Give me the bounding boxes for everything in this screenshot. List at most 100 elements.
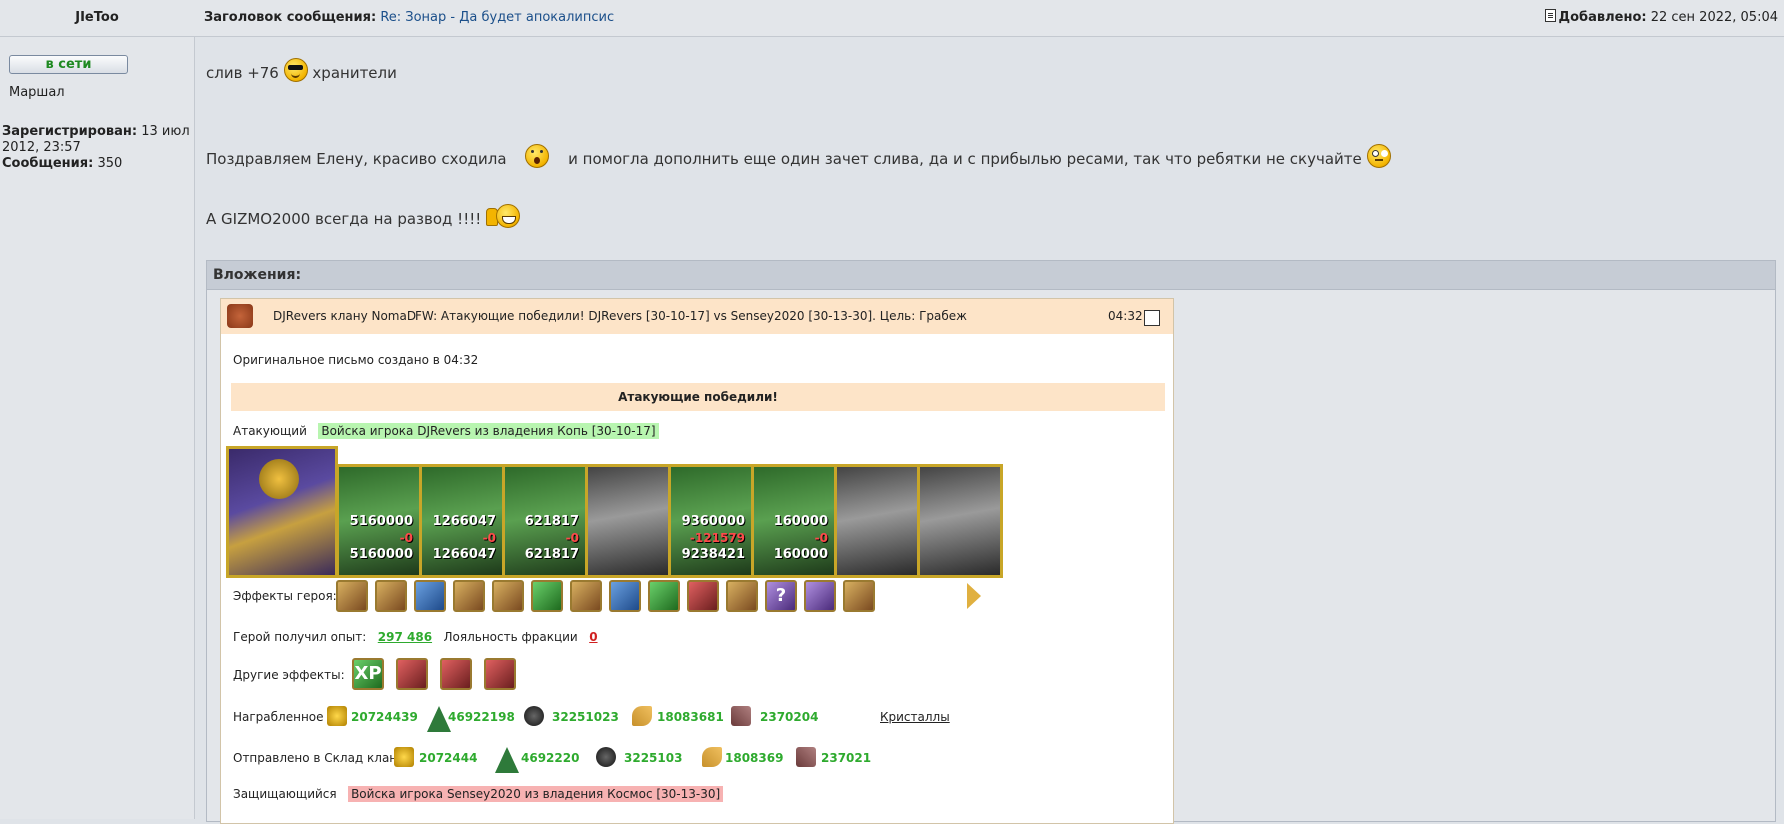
unit-count: 1266047 bbox=[432, 514, 496, 529]
unit-card: 1266047 -0 1266047 bbox=[419, 464, 505, 578]
gold-icon bbox=[394, 747, 414, 767]
unit-card bbox=[585, 464, 671, 578]
unit-loss: -0 bbox=[814, 531, 828, 545]
unit-remaining: 160000 bbox=[773, 547, 828, 562]
posts-label: Сообщения: bbox=[2, 156, 94, 171]
ore-icon bbox=[596, 747, 616, 767]
subject: Заголовок сообщения: Re: Зонар - Да буде… bbox=[204, 0, 614, 36]
post-date: Добавлено: 22 сен 2022, 05:04 bbox=[1544, 0, 1778, 36]
mail-time: 04:32 bbox=[1108, 309, 1143, 323]
mail-from: DJRevers клану NomaD bbox=[273, 309, 417, 323]
question-icon[interactable]: ? bbox=[765, 580, 797, 612]
registered-label: Зарегистрирован: bbox=[2, 124, 138, 139]
attacker-label: Атакующий bbox=[233, 424, 307, 438]
xp-effect-icon: XP bbox=[352, 658, 384, 690]
attachments-block: Вложения: DJRevers клану NomaD FW: Атаку… bbox=[206, 260, 1776, 824]
subject-link[interactable]: Re: Зонар - Да будет апокалипсис bbox=[380, 10, 614, 25]
heart-axe-effect-icon bbox=[440, 658, 472, 690]
defender-row: Защищающийся Войска игрока Sensey2020 из… bbox=[233, 786, 724, 802]
posts-value: 350 bbox=[97, 156, 123, 171]
fan-icon[interactable] bbox=[843, 580, 875, 612]
tower-icon[interactable] bbox=[726, 580, 758, 612]
attachment-image[interactable]: DJRevers клану NomaD FW: Атакующие побед… bbox=[220, 298, 1174, 824]
crystal-icon bbox=[731, 706, 751, 726]
author-name[interactable]: JIeToo bbox=[0, 0, 194, 36]
xp-row: Герой получил опыт: 297 486 Лояльность ф… bbox=[233, 630, 598, 644]
cross-icon[interactable] bbox=[687, 580, 719, 612]
roll-eyes-smiley-icon bbox=[1366, 144, 1391, 168]
attachments-title: Вложения: bbox=[207, 261, 1775, 290]
added-label: Добавлено: bbox=[1558, 10, 1647, 25]
resource-amount: 3225103 bbox=[624, 751, 683, 765]
attacker-value: Войска игрока DJRevers из владения Копь … bbox=[318, 423, 659, 439]
bracelet-icon[interactable] bbox=[804, 580, 836, 612]
mail-subject: FW: Атакующие победили! DJRevers [30-10-… bbox=[415, 309, 967, 323]
other-effects-label: Другие эффекты: bbox=[233, 668, 345, 682]
unit-count: 5160000 bbox=[349, 514, 413, 529]
original-note: Оригинальное письмо создано в 04:32 bbox=[233, 353, 479, 367]
looted-label: Награбленное bbox=[233, 710, 324, 724]
blade-icon[interactable] bbox=[531, 580, 563, 612]
unit-loss: -121579 bbox=[689, 531, 745, 545]
mail-checkbox bbox=[1144, 310, 1160, 326]
hand-icon[interactable] bbox=[609, 580, 641, 612]
author-sidebar bbox=[0, 0, 195, 819]
crystals-link[interactable]: Кристаллы bbox=[880, 710, 950, 724]
registration-info: Зарегистрирован: 13 июл 2012, 23:57 Сооб… bbox=[2, 124, 192, 172]
online-status-button[interactable]: в сети bbox=[9, 55, 128, 74]
unit-count: 160000 bbox=[773, 514, 828, 529]
resource-amount: 18083681 bbox=[657, 710, 724, 724]
resource-amount: 1808369 bbox=[725, 751, 784, 765]
unit-remaining: 1266047 bbox=[432, 547, 496, 562]
post-icon[interactable] bbox=[1544, 9, 1556, 22]
post-line-3: А GIZMO2000 всегда на развод !!!! bbox=[206, 204, 521, 228]
unit-count: 9360000 bbox=[681, 514, 745, 529]
mail-header: DJRevers клану NomaD FW: Атакующие побед… bbox=[221, 299, 1173, 334]
unit-card: 160000 -0 160000 bbox=[751, 464, 837, 578]
hero-effects-label: Эффекты героя: bbox=[233, 589, 337, 603]
grin-smiley-icon bbox=[496, 204, 521, 228]
unit-remaining: 621817 bbox=[524, 547, 579, 562]
scroll-icon[interactable] bbox=[492, 580, 524, 612]
post-text: и помогла дополнить еще один зачет слива… bbox=[568, 150, 1362, 168]
heart-sword-effect-icon bbox=[396, 658, 428, 690]
gold-icon bbox=[327, 706, 347, 726]
post-text: хранители bbox=[312, 64, 397, 82]
resource-amount: 237021 bbox=[821, 751, 872, 765]
handshake-icon[interactable] bbox=[570, 580, 602, 612]
subject-label: Заголовок сообщения: bbox=[204, 10, 377, 25]
shield-icon[interactable] bbox=[414, 580, 446, 612]
added-value: 22 сен 2022, 05:04 bbox=[1650, 10, 1778, 25]
ore-icon bbox=[524, 706, 544, 726]
unit-remaining: 5160000 bbox=[349, 547, 413, 562]
sword-icon[interactable] bbox=[336, 580, 368, 612]
dagger-icon[interactable] bbox=[648, 580, 680, 612]
sulfur-icon bbox=[632, 706, 652, 726]
helmet-icon[interactable] bbox=[375, 580, 407, 612]
mail-sender-icon bbox=[227, 304, 253, 328]
next-arrow-icon bbox=[967, 583, 981, 609]
unit-loss: -0 bbox=[565, 531, 579, 545]
unit-card bbox=[834, 464, 920, 578]
unit-card: 9360000 -121579 9238421 bbox=[668, 464, 754, 578]
sulfur-icon bbox=[702, 747, 722, 767]
defender-value: Войска игрока Sensey2020 из владения Кос… bbox=[348, 786, 724, 802]
wood-icon bbox=[495, 747, 519, 773]
result-banner: Атакующие победили! bbox=[231, 383, 1165, 411]
resource-amount: 4692220 bbox=[521, 751, 580, 765]
resource-amount: 2072444 bbox=[419, 751, 478, 765]
resource-amount: 2370204 bbox=[760, 710, 819, 724]
heart-shield-effect-icon bbox=[484, 658, 516, 690]
xp-label: Герой получил опыт: bbox=[233, 630, 367, 644]
user-rank: Маршал bbox=[9, 85, 65, 100]
post-line-1: слив +76 хранители bbox=[206, 58, 397, 82]
post-text: А GIZMO2000 всегда на развод !!!! bbox=[206, 210, 482, 228]
post-line-2: Поздравляем Елену, красиво сходила и пом… bbox=[206, 144, 1391, 168]
hero-portrait bbox=[226, 446, 338, 578]
unit-remaining: 9238421 bbox=[681, 547, 745, 562]
unit-card bbox=[917, 464, 1003, 578]
resource-amount: 20724439 bbox=[351, 710, 418, 724]
defender-label: Защищающийся bbox=[233, 787, 337, 801]
gauntlet-icon[interactable] bbox=[453, 580, 485, 612]
sent-label: Отправлено в Склад клана bbox=[233, 751, 405, 765]
